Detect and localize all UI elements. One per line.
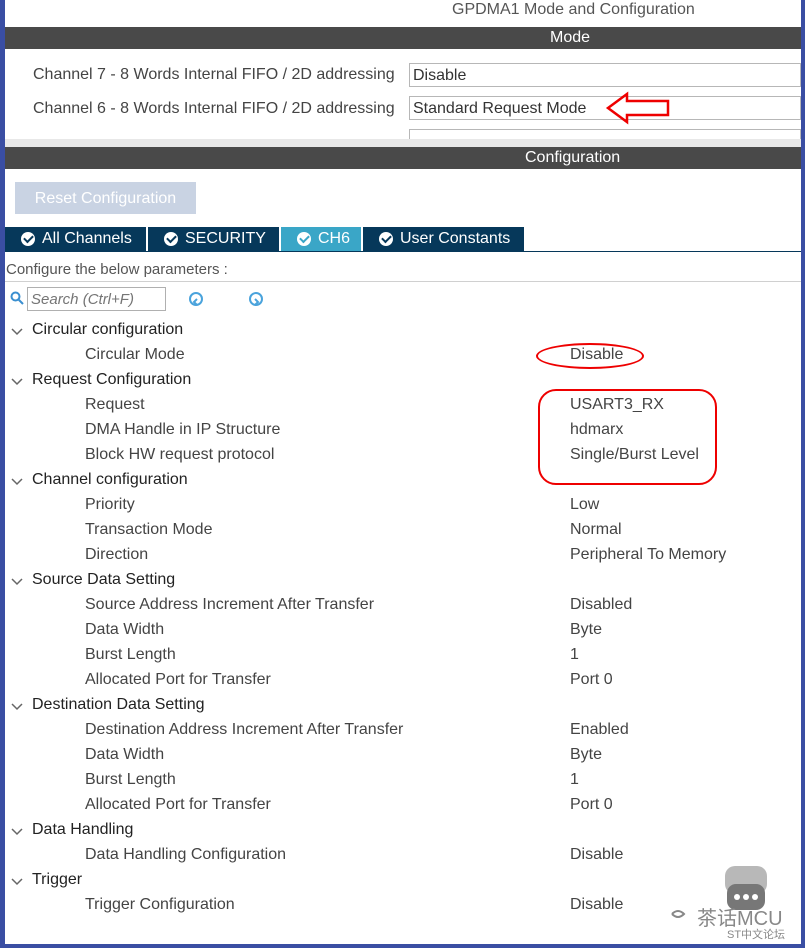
check-circle-icon xyxy=(379,232,393,246)
tree-group-label[interactable]: Circular configuration xyxy=(32,321,183,339)
tab-label: SECURITY xyxy=(185,230,266,247)
configure-parameters-label: Configure the below parameters : xyxy=(6,261,228,278)
mode-section-header: Mode xyxy=(5,27,801,49)
channel5-mode-select[interactable] xyxy=(409,129,801,139)
param-name[interactable]: Circular Mode xyxy=(85,346,185,364)
tree-group-label[interactable]: Channel configuration xyxy=(32,471,188,489)
annotation-rectangle xyxy=(538,389,717,485)
param-name[interactable]: Allocated Port for Transfer xyxy=(85,671,271,689)
window-title: GPDMA1 Mode and Configuration xyxy=(452,1,695,18)
chevron-down-icon[interactable] xyxy=(11,476,23,488)
channel6-label: Channel 6 - 8 Words Internal FIFO / 2D a… xyxy=(33,100,395,117)
chevron-down-icon[interactable] xyxy=(11,826,23,838)
param-value[interactable]: Disable xyxy=(570,846,623,864)
param-value[interactable]: Byte xyxy=(570,746,602,764)
chevron-down-icon[interactable] xyxy=(11,701,23,713)
tab-user-constants[interactable]: User Constants xyxy=(363,227,524,251)
param-name[interactable]: DMA Handle in IP Structure xyxy=(85,421,280,439)
tree-group-label[interactable]: Request Configuration xyxy=(32,371,191,389)
frame-border-bottom xyxy=(0,944,805,948)
param-name[interactable]: Burst Length xyxy=(85,646,176,664)
tree-group-label[interactable]: Source Data Setting xyxy=(32,571,175,589)
tab-label: CH6 xyxy=(318,230,351,247)
mode-header-label: Mode xyxy=(550,29,591,46)
check-circle-icon xyxy=(164,232,178,246)
param-name[interactable]: Block HW request protocol xyxy=(85,446,274,464)
tab-label: User Constants xyxy=(400,230,511,247)
param-value[interactable]: Normal xyxy=(570,521,622,539)
annotation-arrow-icon xyxy=(605,91,670,125)
check-circle-icon xyxy=(297,232,311,246)
tabs-underline xyxy=(5,251,801,252)
chevron-right-icon xyxy=(254,298,260,306)
param-name[interactable]: Data Handling Configuration xyxy=(85,846,286,864)
tab-ch6[interactable]: CH6 xyxy=(281,227,361,251)
watermark-subtitle: ST中文论坛 xyxy=(727,929,786,941)
param-value[interactable]: Low xyxy=(570,496,599,514)
param-name[interactable]: Source Address Increment After Transfer xyxy=(85,596,374,614)
annotation-ellipse xyxy=(536,343,644,369)
mode-panel-bottom xyxy=(5,139,801,147)
param-name[interactable]: Burst Length xyxy=(85,771,176,789)
param-value[interactable]: Port 0 xyxy=(570,796,613,814)
param-value[interactable]: Disabled xyxy=(570,596,632,614)
param-value[interactable]: Disable xyxy=(570,896,623,914)
search-input[interactable] xyxy=(27,287,166,311)
tree-group-label[interactable]: Data Handling xyxy=(32,821,133,839)
param-value[interactable]: 1 xyxy=(570,646,579,664)
search-next-button[interactable] xyxy=(249,292,263,306)
param-name[interactable]: Data Width xyxy=(85,746,164,764)
param-name[interactable]: Transaction Mode xyxy=(85,521,212,539)
param-value[interactable]: Byte xyxy=(570,621,602,639)
param-name[interactable]: Request xyxy=(85,396,145,414)
reset-configuration-button[interactable]: Reset Configuration xyxy=(15,182,196,214)
param-name[interactable]: Direction xyxy=(85,546,148,564)
param-value[interactable]: Peripheral To Memory xyxy=(570,546,726,564)
config-header-label: Configuration xyxy=(525,149,621,166)
tab-all-channels[interactable]: All Channels xyxy=(5,227,146,251)
chevron-down-icon[interactable] xyxy=(11,376,23,388)
divider xyxy=(5,281,801,282)
param-name[interactable]: Priority xyxy=(85,496,135,514)
tree-group-label[interactable]: Destination Data Setting xyxy=(32,696,205,714)
chevron-down-icon[interactable] xyxy=(11,326,23,338)
param-name[interactable]: Data Width xyxy=(85,621,164,639)
config-section-header: Configuration xyxy=(5,147,801,169)
tab-label: All Channels xyxy=(42,230,132,247)
search-previous-button[interactable] xyxy=(189,292,203,306)
chevron-left-icon xyxy=(192,298,198,306)
param-value[interactable]: Enabled xyxy=(570,721,629,739)
tab-security[interactable]: SECURITY xyxy=(148,227,279,251)
search-icon xyxy=(10,291,24,305)
frame-border-right xyxy=(801,0,805,948)
chevron-down-icon[interactable] xyxy=(11,876,23,888)
chevron-down-icon[interactable] xyxy=(11,576,23,588)
param-name[interactable]: Destination Address Increment After Tran… xyxy=(85,721,403,739)
channel7-mode-select[interactable]: Disable xyxy=(409,63,801,87)
channel7-label: Channel 7 - 8 Words Internal FIFO / 2D a… xyxy=(33,66,395,83)
check-circle-icon xyxy=(21,232,35,246)
param-name[interactable]: Trigger Configuration xyxy=(85,896,235,914)
param-value[interactable]: 1 xyxy=(570,771,579,789)
param-value[interactable]: Port 0 xyxy=(570,671,613,689)
param-name[interactable]: Allocated Port for Transfer xyxy=(85,796,271,814)
tree-group-label[interactable]: Trigger xyxy=(32,871,82,889)
